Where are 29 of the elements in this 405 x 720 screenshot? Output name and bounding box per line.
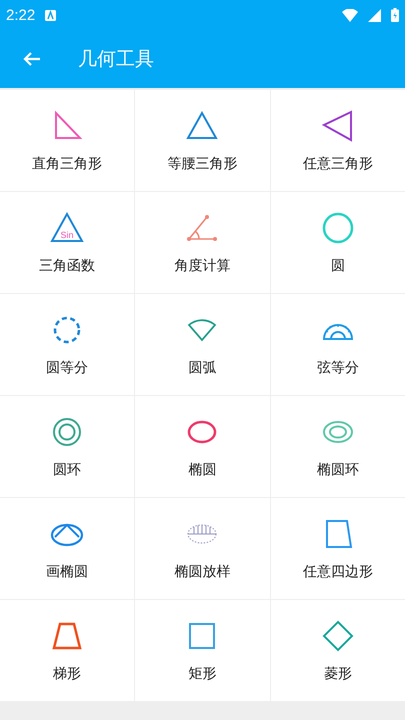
tool-tile[interactable]: 菱形 (270, 600, 405, 701)
clock: 2:22 (6, 6, 36, 24)
tool-tile[interactable]: Sin 三角函数 (0, 192, 134, 293)
triangle-icon (320, 108, 355, 142)
battery-icon (391, 8, 399, 22)
toolbar-title: 几何工具 (78, 47, 154, 72)
tool-tile[interactable]: 矩形 (135, 600, 270, 701)
tool-tile[interactable]: 椭圆放样 (135, 498, 270, 599)
rhombus-icon (320, 618, 355, 652)
notification-icon (45, 10, 56, 20)
tool-tile[interactable]: 圆 (270, 192, 405, 293)
tool-tile[interactable]: 椭圆 (135, 396, 270, 497)
tool-tile[interactable]: 角度计算 (135, 192, 270, 293)
tool-tile[interactable]: 画椭圆 (0, 498, 134, 599)
tool-tile[interactable]: 梯形 (0, 600, 134, 701)
tool-tile[interactable]: 任意三角形 (270, 90, 405, 191)
wifi-icon (342, 8, 358, 22)
sin-label: Sin (60, 230, 74, 240)
circle-icon (320, 210, 355, 244)
tool-tile[interactable]: 任意四边形 (270, 498, 405, 599)
signal-icon (368, 8, 381, 22)
tool-tile[interactable]: 圆等分 (0, 294, 134, 395)
tool-tile[interactable]: 椭圆环 (270, 396, 405, 497)
tool-tile[interactable]: 圆环 (0, 396, 134, 497)
tool-tile[interactable]: 等腰三角形 (135, 90, 270, 191)
tool-tile[interactable]: 直角三角形 (0, 90, 134, 191)
tool-tile[interactable]: 弦等分 (270, 294, 405, 395)
back-arrow-icon (23, 51, 41, 67)
tool-tile[interactable]: 圆弧 (135, 294, 270, 395)
